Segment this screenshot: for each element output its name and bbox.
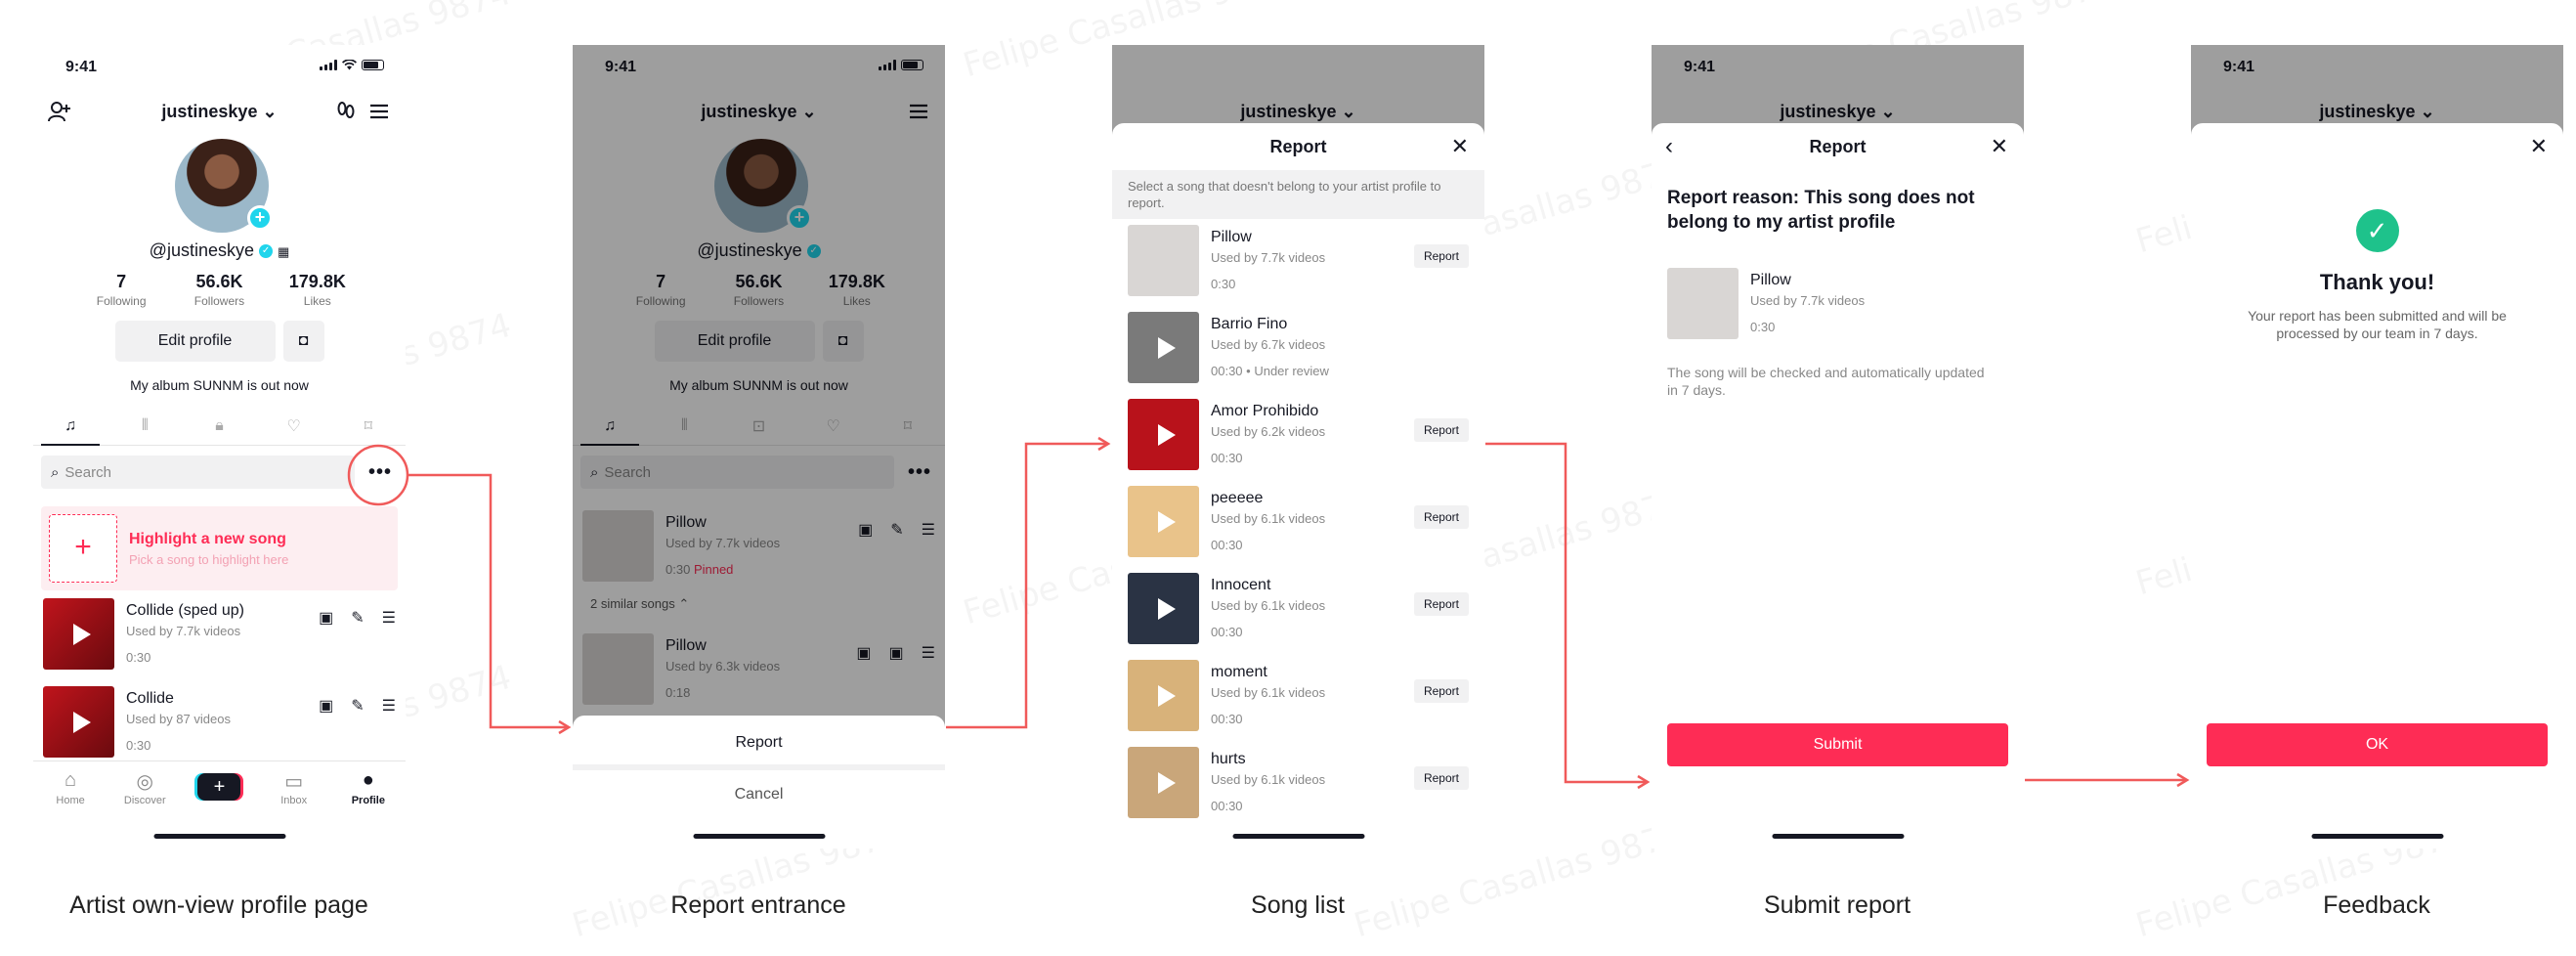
connector-arrow xyxy=(1485,442,1646,784)
caption-profile: Artist own-view profile page xyxy=(69,891,368,919)
caption-feedback: Feedback xyxy=(2323,891,2430,919)
caption-report-entrance: Report entrance xyxy=(670,891,846,919)
highlight-circle xyxy=(347,444,409,506)
caption-submit-report: Submit report xyxy=(1763,891,1911,919)
connector-arrow xyxy=(946,442,1106,729)
caption-song-list: Song list xyxy=(1251,891,1345,919)
flow-connectors xyxy=(347,436,2190,790)
connector-arrow xyxy=(408,473,567,729)
flow-canvas: Felipe Casallas 9874 Felipe Casallas 987… xyxy=(0,0,2576,956)
